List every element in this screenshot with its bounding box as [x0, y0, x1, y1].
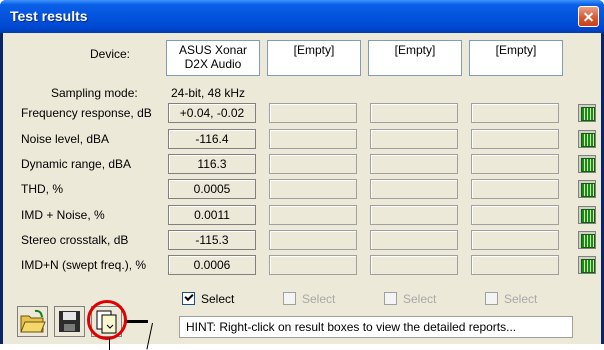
device-box-2[interactable]: [Empty]: [267, 40, 361, 76]
result-cell[interactable]: [269, 154, 357, 174]
select-checkbox[interactable]: [384, 292, 397, 305]
window-title: Test results: [10, 8, 88, 24]
result-cell[interactable]: -115.3: [168, 230, 256, 250]
result-cell[interactable]: [471, 129, 559, 149]
separator-dash: [126, 320, 148, 323]
result-cell[interactable]: 0.0011: [168, 205, 256, 225]
sampling-mode-value: 24-bit, 48 kHz: [171, 86, 246, 100]
result-cell[interactable]: [269, 230, 357, 250]
grid-report-icon[interactable]: [578, 206, 596, 224]
grid-report-icon[interactable]: [578, 256, 596, 274]
result-cell[interactable]: [471, 154, 559, 174]
select-checkbox[interactable]: [283, 292, 296, 305]
device-label: Device:: [90, 47, 131, 61]
result-cell[interactable]: [370, 205, 458, 225]
highlight-ring: [87, 300, 127, 340]
test-results-window: Test results Device: ASUS Xonar D2X Audi…: [0, 0, 604, 344]
device-box-3[interactable]: [Empty]: [368, 40, 462, 76]
result-cell[interactable]: 0.0006: [168, 255, 256, 275]
result-cell[interactable]: [471, 205, 559, 225]
result-cell[interactable]: -116.4: [168, 129, 256, 149]
result-cell[interactable]: [471, 255, 559, 275]
sampling-mode-label: Sampling mode:: [51, 86, 138, 100]
title-bar: Test results: [0, 0, 604, 33]
device-box-1[interactable]: ASUS Xonar D2X Audio: [166, 40, 260, 76]
close-icon[interactable]: [578, 6, 599, 27]
result-cell[interactable]: [370, 103, 458, 123]
hint-box: HINT: Right-click on result boxes to vie…: [179, 316, 573, 338]
select-checkbox[interactable]: [182, 291, 195, 305]
result-cell[interactable]: [269, 179, 357, 199]
result-cell[interactable]: 0.0005: [168, 179, 256, 199]
result-cell[interactable]: [269, 205, 357, 225]
row-label: IMD+N (swept freq.), %: [21, 258, 147, 272]
grid-report-icon[interactable]: [578, 231, 596, 249]
result-cell[interactable]: [471, 230, 559, 250]
row-label: Noise level, dBA: [21, 132, 110, 146]
select-label: Select: [403, 292, 437, 306]
result-cell[interactable]: 116.3: [168, 154, 256, 174]
select-label: Select: [302, 292, 336, 306]
result-cell[interactable]: [370, 179, 458, 199]
grid-report-icon[interactable]: [578, 180, 596, 198]
result-cell[interactable]: [471, 103, 559, 123]
grid-report-icon[interactable]: [578, 104, 596, 122]
select-checkbox[interactable]: [485, 292, 498, 305]
result-cell[interactable]: [370, 154, 458, 174]
result-cell[interactable]: [269, 255, 357, 275]
result-cell[interactable]: [370, 255, 458, 275]
result-cell[interactable]: [269, 129, 357, 149]
grid-report-icon[interactable]: [578, 155, 596, 173]
result-cell[interactable]: [269, 103, 357, 123]
row-label: THD, %: [21, 182, 63, 196]
select-label: Select: [504, 292, 538, 306]
grid-report-icon[interactable]: [578, 130, 596, 148]
result-cell[interactable]: [370, 129, 458, 149]
result-cell[interactable]: [471, 179, 559, 199]
result-cell[interactable]: +0.04, -0.02: [168, 103, 256, 123]
row-label: IMD + Noise, %: [21, 208, 105, 222]
save-disk-icon[interactable]: [54, 306, 85, 337]
pointer-line-1: [109, 338, 110, 350]
row-label: Stereo crosstalk, dB: [21, 233, 129, 247]
client-area: Device: ASUS Xonar D2X Audio [Empty] [Em…: [3, 33, 601, 344]
select-label: Select: [201, 292, 235, 306]
row-label: Frequency response, dB: [21, 106, 152, 120]
checkmark-icon: [184, 291, 194, 302]
row-label: Dynamic range, dBA: [21, 157, 132, 171]
result-cell[interactable]: [370, 230, 458, 250]
open-folder-icon[interactable]: [17, 306, 48, 337]
device-box-4[interactable]: [Empty]: [469, 40, 563, 76]
